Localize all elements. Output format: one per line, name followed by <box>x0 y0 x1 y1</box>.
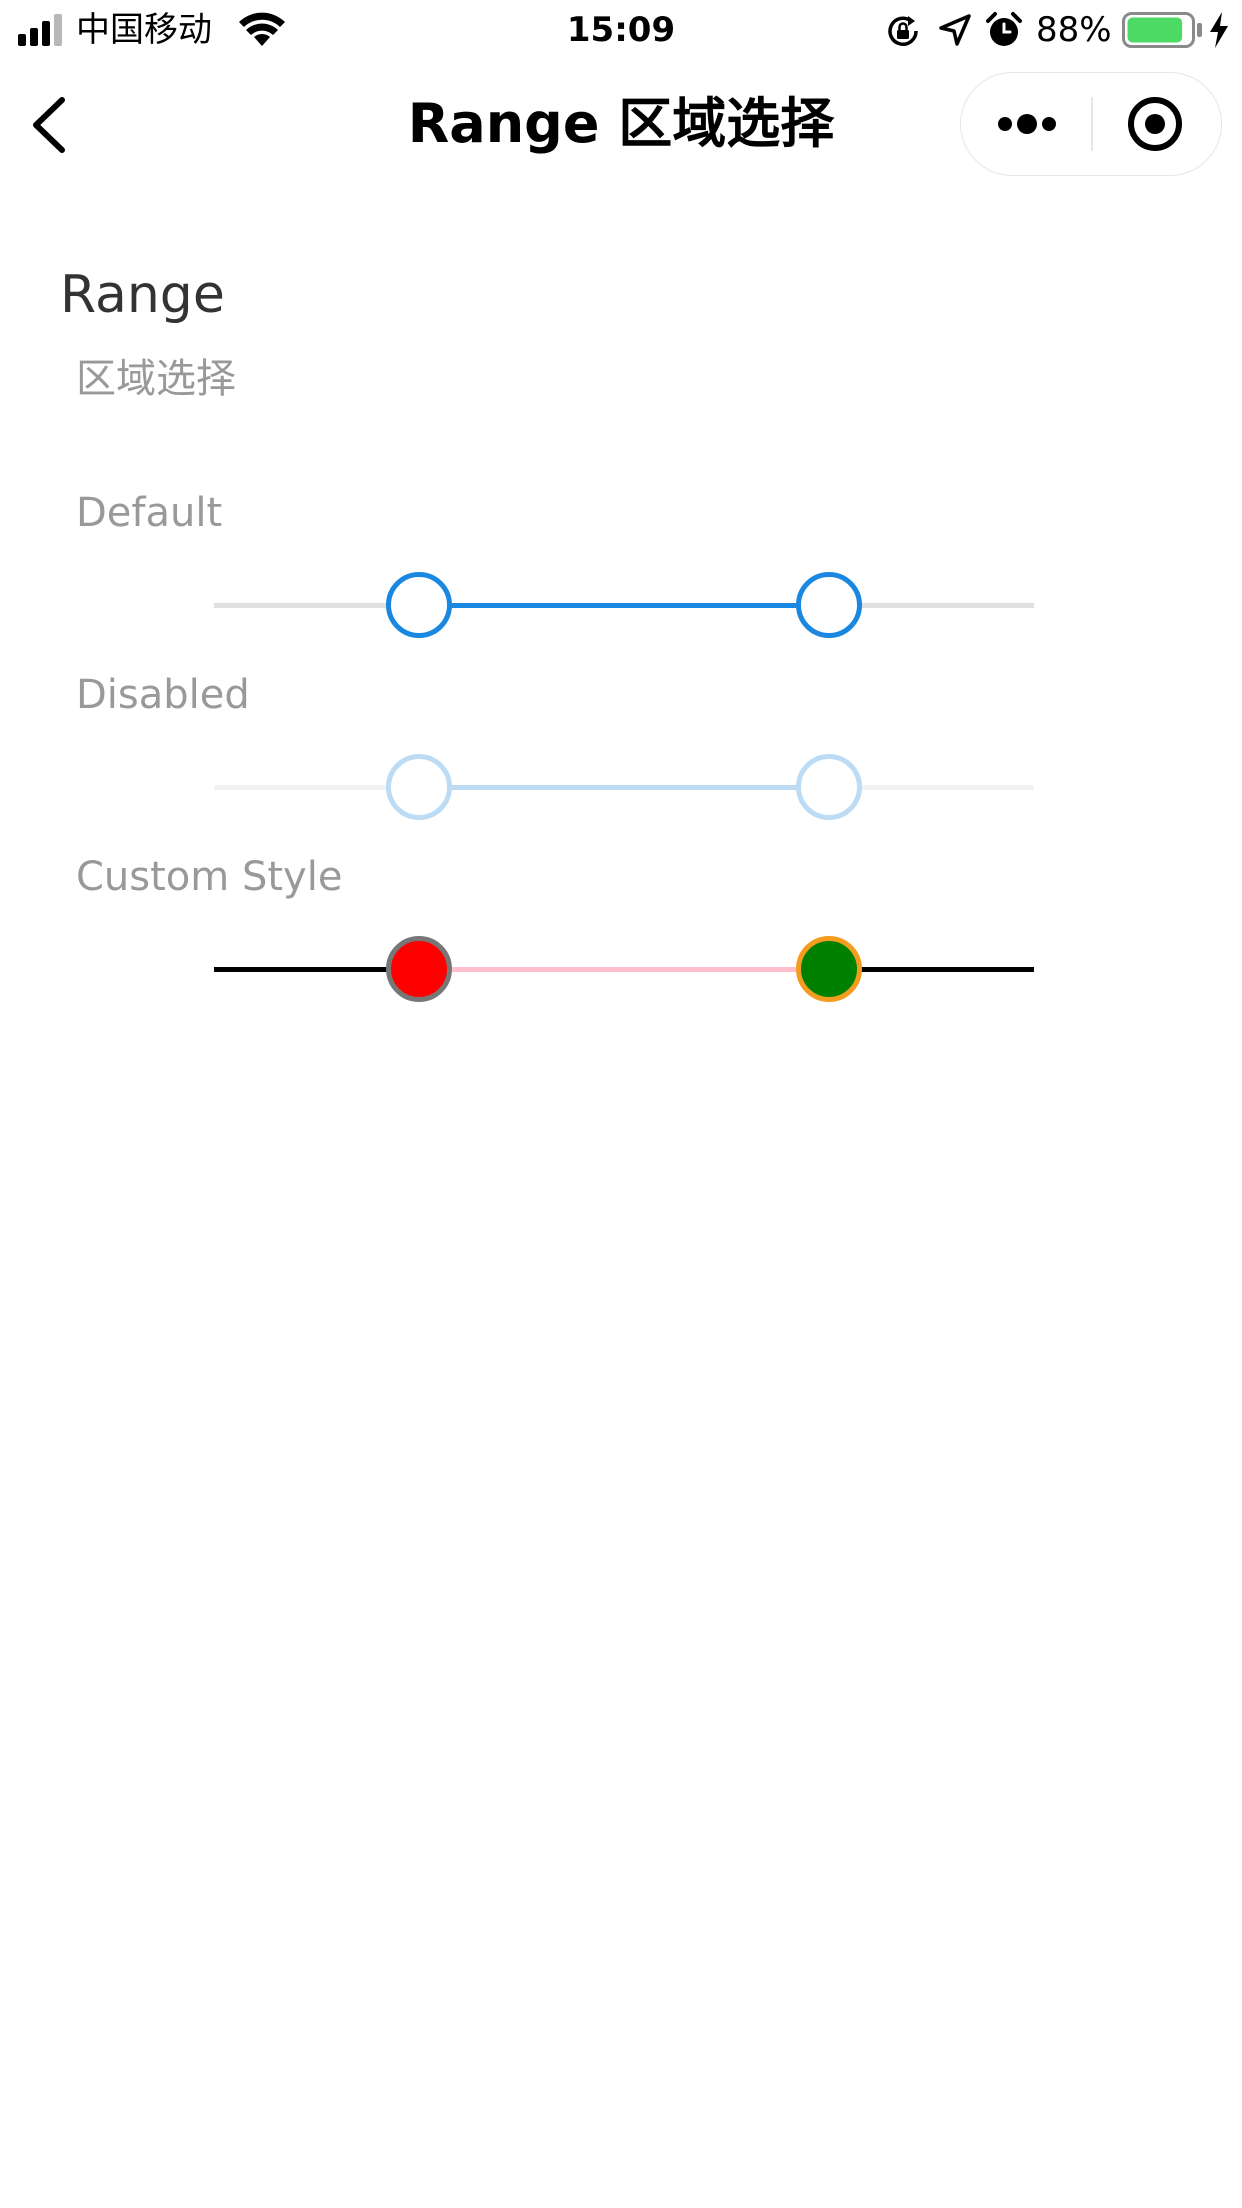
range-handle-high <box>796 754 862 820</box>
page-subheading: 区域选择 <box>76 356 236 402</box>
alarm-icon <box>986 12 1022 46</box>
location-icon <box>939 14 971 46</box>
lock-rotation-icon <box>888 16 918 46</box>
status-bar: 中国移动 15:09 88% <box>0 0 1242 62</box>
section-label-default: Default <box>76 490 223 536</box>
range-slider-default[interactable] <box>214 570 1034 640</box>
navigation-bar: Range 区域选择 <box>0 62 1242 186</box>
section-label-disabled: Disabled <box>76 672 250 718</box>
battery-icon <box>1122 12 1202 48</box>
charging-icon <box>1210 12 1228 48</box>
range-selected-fill <box>419 603 829 608</box>
range-handle-high[interactable] <box>796 572 862 638</box>
page: 中国移动 15:09 88% Range 区域选择 Range 区域选择 Def… <box>0 0 1242 2208</box>
range-handle-low[interactable] <box>386 572 452 638</box>
battery-percent: 88% <box>1036 10 1112 50</box>
range-handle-low[interactable] <box>386 936 452 1002</box>
target-close-icon <box>1128 97 1182 151</box>
range-handle-high[interactable] <box>796 936 862 1002</box>
range-slider-custom-style[interactable] <box>214 934 1034 1004</box>
range-selected-fill <box>419 967 829 972</box>
more-dots-icon <box>998 114 1056 134</box>
close-miniprogram-button[interactable] <box>1093 73 1221 175</box>
more-button[interactable] <box>961 73 1091 175</box>
section-label-custom-style: Custom Style <box>76 854 343 900</box>
range-handle-low <box>386 754 452 820</box>
menu-capsule <box>960 72 1222 176</box>
page-heading: Range <box>60 265 225 325</box>
range-slider-disabled <box>214 752 1034 822</box>
range-selected-fill <box>419 785 829 790</box>
